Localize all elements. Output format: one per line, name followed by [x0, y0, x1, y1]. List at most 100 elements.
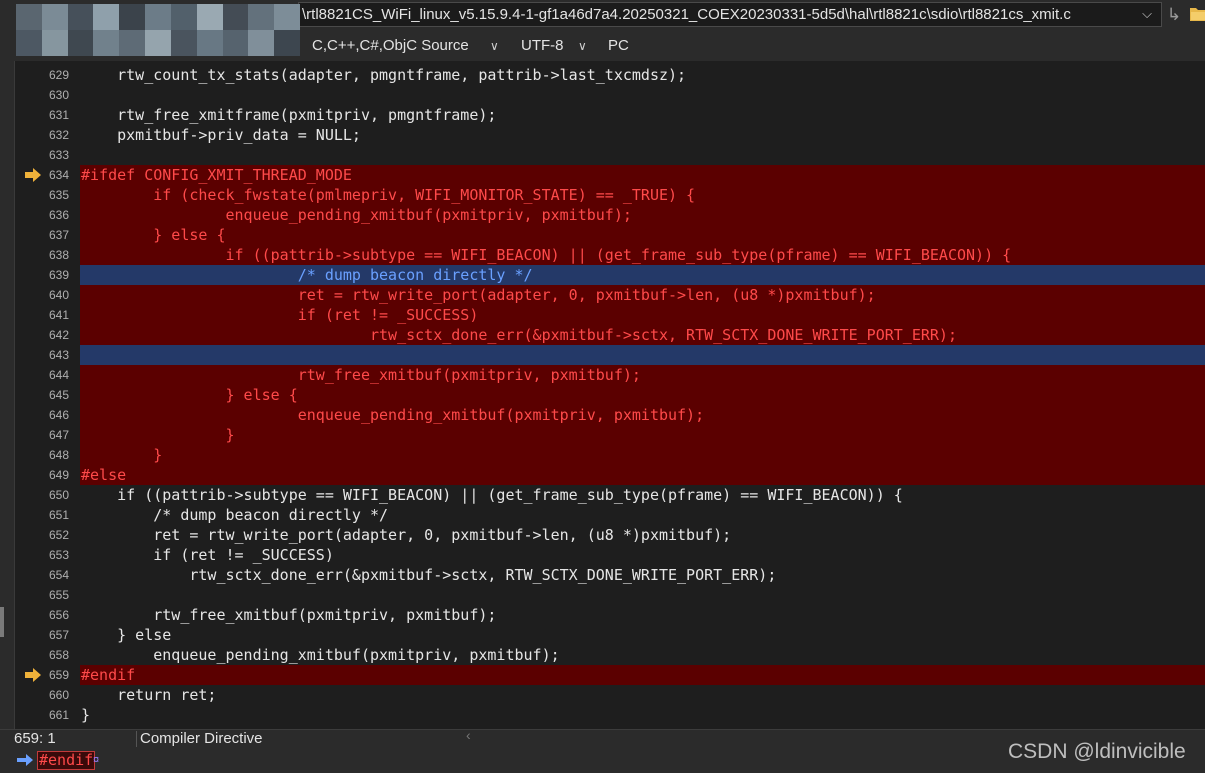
code-text: rtw_sctx_done_err(&pxmitbuf->sctx, RTW_S… — [81, 566, 777, 584]
language-selector[interactable]: C,C++,C#,ObjC Source — [312, 36, 469, 56]
line-number: 642 — [48, 328, 69, 342]
code-text: #ifdef CONFIG_XMIT_THREAD_MODE — [81, 166, 352, 184]
chevron-left-icon[interactable]: ‹ — [466, 727, 471, 743]
blurred-region — [16, 4, 300, 56]
code-line[interactable]: 633 — [15, 145, 1205, 165]
chevron-down-icon[interactable]: ∨ — [490, 36, 499, 56]
code-line[interactable]: 649 #else — [15, 465, 1205, 485]
current-token: #endif — [37, 751, 96, 770]
code-text: if (check_fwstate(pmlmepriv, WIFI_MONITO… — [81, 186, 696, 204]
mosaic-cell — [248, 4, 275, 30]
directive-highlight — [80, 445, 1205, 465]
line-number: 651 — [48, 508, 69, 522]
line-number: 633 — [48, 148, 69, 162]
code-line[interactable]: 642 rtw_sctx_done_err(&pxmitbuf->sctx, R… — [15, 325, 1205, 345]
code-line[interactable]: 654 rtw_sctx_done_err(&pxmitbuf->sctx, R… — [15, 565, 1205, 585]
mosaic-cell — [16, 30, 42, 56]
code-text: } else { — [81, 226, 226, 244]
code-line[interactable]: 651 /* dump beacon directly */ — [15, 505, 1205, 525]
code-line[interactable]: 648 } — [15, 445, 1205, 465]
file-path-field[interactable]: \rtl8821CS_WiFi_linux_v5.15.9.4-1-gf1a46… — [298, 2, 1162, 27]
folder-icon[interactable] — [1190, 6, 1205, 21]
mosaic-cell — [145, 4, 171, 30]
line-number: 637 — [48, 228, 69, 242]
code-line[interactable]: 640 ret = rtw_write_port(adapter, 0, pxm… — [15, 285, 1205, 305]
mosaic-cell — [274, 4, 300, 30]
code-line[interactable]: 660 return ret; — [15, 685, 1205, 705]
code-line[interactable]: 657 } else — [15, 625, 1205, 645]
line-number: 639 — [48, 268, 69, 282]
code-line[interactable]: 635 if (check_fwstate(pmlmepriv, WIFI_MO… — [15, 185, 1205, 205]
code-line[interactable]: 630 — [15, 85, 1205, 105]
chevron-down-icon[interactable]: ∨ — [578, 36, 587, 56]
code-line[interactable]: 661} — [15, 705, 1205, 725]
line-number: 660 — [48, 688, 69, 702]
directive-highlight — [80, 425, 1205, 445]
code-line[interactable]: 641 if (ret != _SUCCESS) — [15, 305, 1205, 325]
mosaic-cell — [196, 30, 223, 56]
code-line[interactable]: 636 enqueue_pending_xmitbuf(pxmitpriv, p… — [15, 205, 1205, 225]
encoding-selector[interactable]: UTF-8 — [521, 36, 564, 56]
code-editor[interactable]: 629 rtw_count_tx_stats(adapter, pmgntfra… — [14, 61, 1205, 729]
cursor-mark: ¤ — [93, 754, 100, 766]
code-line[interactable]: 658 enqueue_pending_xmitbuf(pxmitpriv, p… — [15, 645, 1205, 665]
code-line[interactable]: 650 if ((pattrib->subtype == WIFI_BEACON… — [15, 485, 1205, 505]
code-line[interactable]: 631 rtw_free_xmitframe(pxmitpriv, pmgntf… — [15, 105, 1205, 125]
line-number: 629 — [48, 68, 69, 82]
code-text: if ((pattrib->subtype == WIFI_BEACON) ||… — [81, 246, 1012, 264]
code-line[interactable]: 637 } else { — [15, 225, 1205, 245]
code-line[interactable]: 643 — [15, 345, 1205, 365]
code-text: if (ret != _SUCCESS) — [81, 306, 479, 324]
code-line[interactable]: 659 #endif — [15, 665, 1205, 685]
line-ending-selector[interactable]: PC — [608, 36, 629, 56]
line-number: 634 — [48, 168, 69, 182]
code-text: rtw_free_xmitbuf(pxmitpriv, pxmitbuf); — [81, 366, 641, 384]
code-line[interactable]: 647 } — [15, 425, 1205, 445]
arrow-right-icon — [17, 754, 33, 766]
line-number: 661 — [48, 708, 69, 722]
code-text: #else — [81, 466, 127, 484]
mosaic-cell — [41, 4, 68, 30]
code-line[interactable]: 632 pxmitbuf->priv_data = NULL; — [15, 125, 1205, 145]
code-text: #endif — [81, 666, 136, 684]
line-number: 632 — [48, 128, 69, 142]
code-line[interactable]: 656 rtw_free_xmitbuf(pxmitpriv, pxmitbuf… — [15, 605, 1205, 625]
scroll-marker[interactable] — [0, 607, 4, 637]
line-number: 650 — [48, 488, 69, 502]
code-text: } — [81, 706, 91, 724]
code-text: rtw_free_xmitbuf(pxmitpriv, pxmitbuf); — [81, 606, 497, 624]
code-text: ret = rtw_write_port(adapter, 0, pxmitbu… — [81, 526, 732, 544]
mosaic-cell — [93, 30, 120, 56]
mosaic-cell — [67, 30, 94, 56]
code-line[interactable]: 653 if (ret != _SUCCESS) — [15, 545, 1205, 565]
code-line[interactable]: 644 rtw_free_xmitbuf(pxmitpriv, pxmitbuf… — [15, 365, 1205, 385]
line-number: 635 — [48, 188, 69, 202]
code-line[interactable]: 655 — [15, 585, 1205, 605]
line-number: 655 — [48, 588, 69, 602]
code-text: /* dump beacon directly */ — [81, 506, 389, 524]
bookmark-arrow-icon — [25, 168, 41, 182]
status-divider — [136, 731, 137, 747]
code-text: return ret; — [81, 686, 217, 704]
code-line[interactable]: 646 enqueue_pending_xmitbuf(pxmitpriv, p… — [15, 405, 1205, 425]
watermark-text: CSDN @ldinvicible — [1008, 740, 1186, 763]
mosaic-cell — [119, 4, 146, 30]
code-text: enqueue_pending_xmitbuf(pxmitpriv, pxmit… — [81, 206, 632, 224]
code-line[interactable]: 645 } else { — [15, 385, 1205, 405]
bookmark-arrow-icon — [25, 668, 41, 682]
mosaic-cell — [196, 4, 223, 30]
code-line[interactable]: 634 #ifdef CONFIG_XMIT_THREAD_MODE — [15, 165, 1205, 185]
code-line[interactable]: 652 ret = rtw_write_port(adapter, 0, pxm… — [15, 525, 1205, 545]
code-text: enqueue_pending_xmitbuf(pxmitpriv, pxmit… — [81, 646, 560, 664]
mosaic-cell — [145, 30, 171, 56]
selection-highlight — [80, 345, 1205, 365]
redo-arrow-icon[interactable]: ↳ — [1164, 4, 1184, 26]
mosaic-cell — [41, 30, 68, 56]
line-number: 648 — [48, 448, 69, 462]
chevron-down-icon[interactable]: ⌵ — [1136, 3, 1158, 25]
code-text: /* dump beacon directly */ — [81, 266, 533, 284]
line-number: 646 — [48, 408, 69, 422]
code-line[interactable]: 639 /* dump beacon directly */ — [15, 265, 1205, 285]
code-line[interactable]: 629 rtw_count_tx_stats(adapter, pmgntfra… — [15, 65, 1205, 85]
code-line[interactable]: 638 if ((pattrib->subtype == WIFI_BEACON… — [15, 245, 1205, 265]
